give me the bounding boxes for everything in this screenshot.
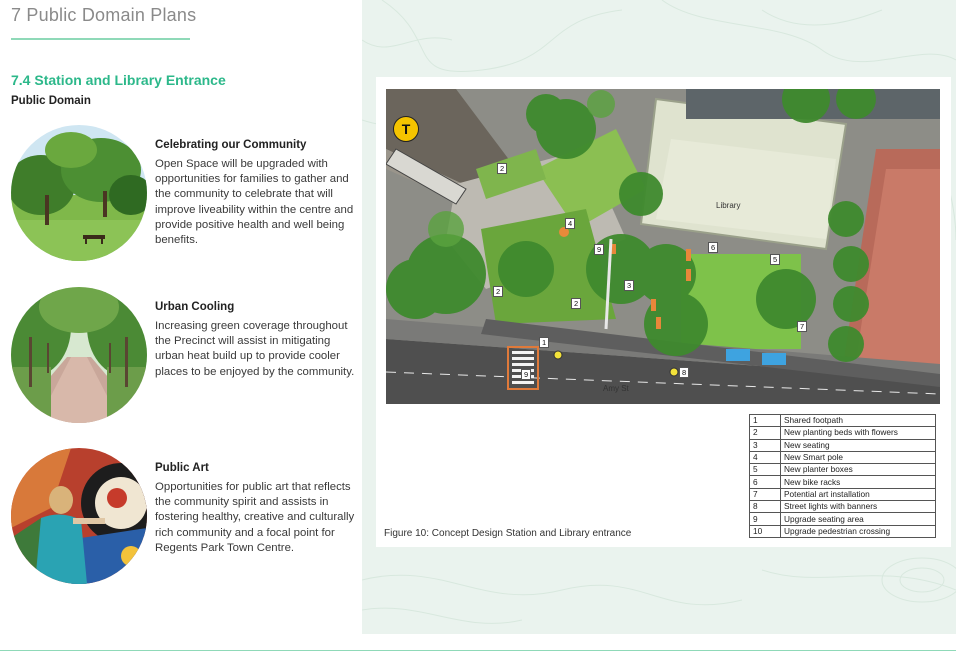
- map-marker: 7: [797, 321, 808, 332]
- chapter-title: 7 Public Domain Plans: [11, 5, 197, 25]
- legend-number: 9: [749, 512, 781, 526]
- train-station-badge: T: [393, 116, 419, 142]
- map-marker: 9: [594, 244, 605, 255]
- map-marker: 4: [565, 218, 576, 229]
- legend-number: 4: [749, 450, 781, 465]
- map-marker: 2: [571, 298, 582, 309]
- legend-row: 10 Upgrade pedestrian crossing: [749, 524, 936, 538]
- legend-row: 4 New Smart pole: [749, 450, 936, 465]
- legend-row: 2 New planting beds with flowers: [749, 426, 936, 440]
- legend-label: Potential art installation: [780, 487, 936, 502]
- figure-caption: Figure 10: Concept Design Station and Li…: [384, 528, 632, 539]
- left-column: 7 Public Domain Plans 7.4 Station and Li…: [0, 0, 362, 660]
- legend-row: 7 Potential art installation: [749, 487, 936, 502]
- map-marker: 5: [770, 254, 781, 265]
- subsection-heading: Public Domain: [11, 95, 91, 107]
- street-label: Amy St: [603, 384, 629, 393]
- legend-label: Street lights with banners: [780, 500, 936, 514]
- legend-label: Shared footpath: [780, 413, 936, 428]
- mural-photo: [11, 448, 147, 584]
- map-marker: 9: [521, 369, 532, 380]
- legend-label: New Smart pole: [780, 450, 936, 465]
- aerial-map: [386, 89, 940, 404]
- chapter-divider: [11, 38, 190, 40]
- legend-row: 1 Shared footpath: [749, 413, 936, 428]
- legend-label: New planting beds with flowers: [780, 426, 936, 440]
- legend-row: 5 New planter boxes: [749, 463, 936, 477]
- legend-number: 7: [749, 487, 781, 502]
- legend-number: 8: [749, 500, 781, 514]
- legend-row: 9 Upgrade seating area: [749, 512, 936, 526]
- feature-body: Increasing green coverage throughout the…: [155, 320, 355, 378]
- legend-row: 3 New seating: [749, 438, 936, 452]
- park-photo: [11, 125, 147, 261]
- tree-avenue-photo: [11, 287, 147, 423]
- map-marker: 3: [624, 280, 635, 291]
- map-marker: 2: [493, 286, 504, 297]
- feature-title: Urban Cooling: [155, 301, 235, 313]
- legend-number: 1: [749, 413, 781, 428]
- map-marker: 1: [539, 337, 550, 348]
- legend-number: 6: [749, 475, 781, 489]
- map-marker: 8: [679, 367, 690, 378]
- map-marker: 6: [708, 242, 719, 253]
- legend-number: 3: [749, 438, 781, 452]
- legend-number: 2: [749, 426, 781, 440]
- map-marker: 2: [497, 163, 508, 174]
- legend-label: Upgrade seating area: [780, 512, 936, 526]
- footer-divider: [0, 650, 956, 651]
- legend-label: New seating: [780, 438, 936, 452]
- section-heading: 7.4 Station and Library Entrance: [11, 72, 226, 88]
- feature-body: Open Space will be upgraded with opportu…: [155, 158, 354, 247]
- legend-label: New planter boxes: [780, 463, 936, 477]
- legend-label: New bike racks: [780, 475, 936, 489]
- legend-label: Upgrade pedestrian crossing: [780, 524, 936, 538]
- legend-row: 8 Street lights with banners: [749, 500, 936, 514]
- feature-title: Public Art: [155, 462, 209, 474]
- legend-number: 10: [749, 524, 781, 538]
- feature-body: Opportunities for public art that reflec…: [155, 481, 355, 554]
- legend-table: 1 Shared footpath 2 New planting beds with …: [749, 413, 936, 538]
- feature-title: Celebrating our Community: [155, 139, 307, 151]
- legend-row: 6 New bike racks: [749, 475, 936, 489]
- library-label: Library: [716, 201, 741, 210]
- legend-number: 5: [749, 463, 781, 477]
